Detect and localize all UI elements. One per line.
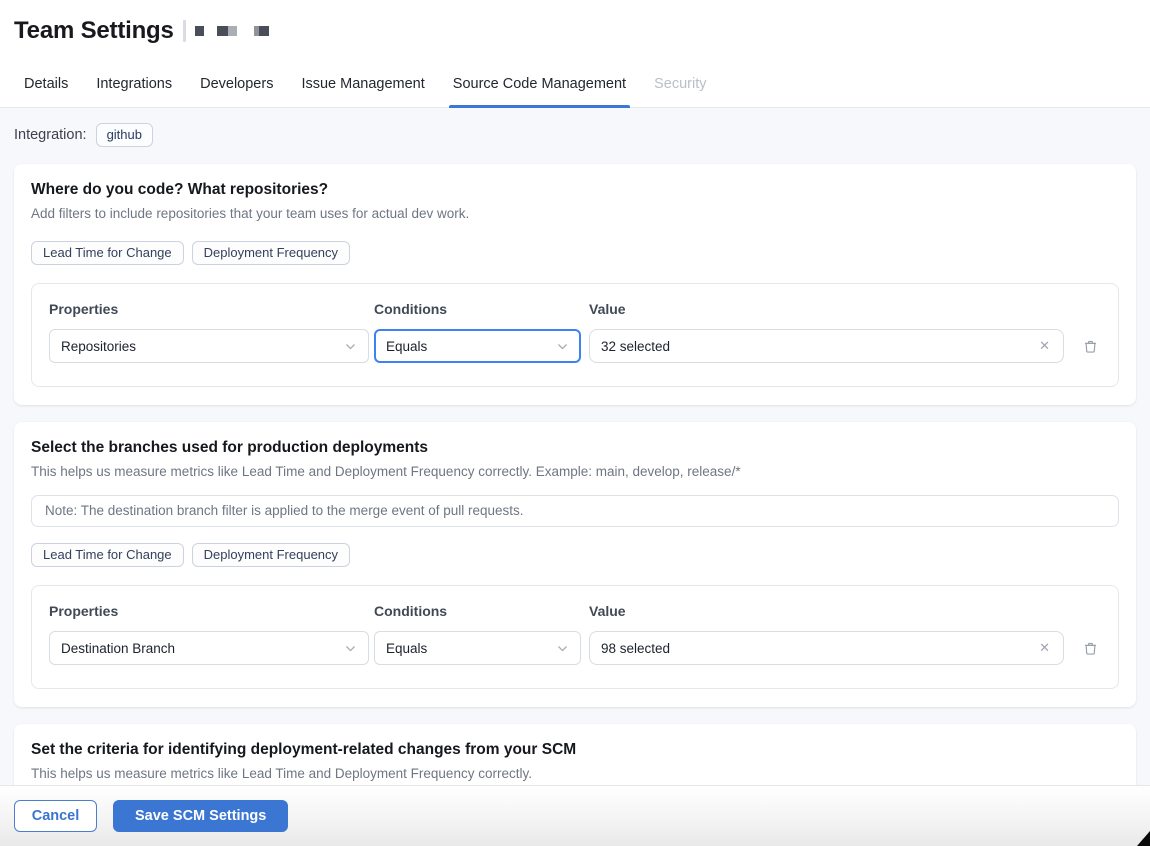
value-selected-count: 32 selected <box>601 338 671 354</box>
metric-badge-deployment-frequency: Deployment Frequency <box>191 543 351 567</box>
card-title: Select the branches used for production … <box>31 439 429 456</box>
footer-action-bar: Cancel Save SCM Settings <box>0 785 1150 846</box>
tab-issue-management[interactable]: Issue Management <box>299 61 426 107</box>
integration-badge: github <box>95 123 153 147</box>
repositories-card: Where do you code? What repositories? Ad… <box>14 164 1136 405</box>
branches-card: Select the branches used for production … <box>14 422 1136 707</box>
trash-icon <box>1084 340 1096 353</box>
integration-label: Integration: <box>14 127 87 143</box>
tab-details[interactable]: Details <box>22 61 70 107</box>
title-separator <box>182 19 186 42</box>
metric-badges: Lead Time for Change Deployment Frequenc… <box>31 241 1119 265</box>
chevron-down-icon <box>344 340 357 353</box>
card-title: Where do you code? What repositories? <box>31 181 329 198</box>
conditions-label: Conditions <box>374 603 448 619</box>
card-description: This helps us measure metrics like Lead … <box>31 766 532 781</box>
tab-security: Security <box>654 76 707 92</box>
value-multiselect[interactable]: 32 selected ✕ <box>589 329 1064 363</box>
redacted-block <box>194 25 204 36</box>
properties-label: Properties <box>49 603 119 619</box>
metric-badges: Lead Time for Change Deployment Frequenc… <box>31 543 1119 567</box>
conditions-label: Conditions <box>374 301 448 317</box>
card-description: Add filters to include repositories that… <box>31 206 470 221</box>
value-label: Value <box>589 301 626 317</box>
save-scm-settings-button[interactable]: Save SCM Settings <box>113 800 289 832</box>
tab-developers[interactable]: Developers <box>198 61 275 107</box>
property-select[interactable]: Repositories <box>49 329 369 363</box>
cancel-button[interactable]: Cancel <box>14 800 97 832</box>
note-box: Note: The destination branch filter is a… <box>31 495 1119 527</box>
trash-icon <box>1084 642 1096 655</box>
branch-filter-row: Properties Destination Branch Conditions… <box>31 585 1119 689</box>
metric-badge-lead-time: Lead Time for Change <box>31 241 184 265</box>
redacted-block <box>258 25 269 36</box>
property-select-value: Destination Branch <box>61 640 176 656</box>
page-title: Team Settings <box>14 16 174 44</box>
condition-select[interactable]: Equals <box>374 631 581 665</box>
clear-selection-icon[interactable]: ✕ <box>1037 640 1052 656</box>
condition-select-value: Equals <box>386 640 428 656</box>
card-description: This helps us measure metrics like Lead … <box>31 464 741 479</box>
value-multiselect[interactable]: 98 selected ✕ <box>589 631 1064 665</box>
page-header: Team Settings <box>0 0 1150 61</box>
tab-source-code-management[interactable]: Source Code Management <box>448 61 631 108</box>
chevron-down-icon <box>556 642 569 655</box>
delete-filter-button[interactable] <box>1079 335 1101 357</box>
cursor-artifact <box>1137 831 1150 846</box>
metric-badge-deployment-frequency: Deployment Frequency <box>191 241 351 265</box>
redacted-block <box>216 25 228 36</box>
card-title: Set the criteria for identifying deploym… <box>31 741 577 758</box>
value-selected-count: 98 selected <box>601 640 671 656</box>
redacted-block <box>227 25 237 36</box>
tab-integrations[interactable]: Integrations <box>94 61 174 107</box>
settings-tabbar: Details Integrations Developers Issue Ma… <box>0 61 1150 108</box>
condition-select[interactable]: Equals <box>374 329 581 363</box>
value-label: Value <box>589 603 626 619</box>
integration-row: Integration: github <box>0 108 1150 164</box>
delete-filter-button[interactable] <box>1079 637 1101 659</box>
redacted-text <box>194 25 269 36</box>
chevron-down-icon <box>556 340 569 353</box>
clear-selection-icon[interactable]: ✕ <box>1037 338 1052 354</box>
properties-label: Properties <box>49 301 119 317</box>
chevron-down-icon <box>344 642 357 655</box>
condition-select-value: Equals <box>386 338 428 354</box>
repository-filter-row: Properties Repositories Conditions Equal… <box>31 283 1119 387</box>
property-select[interactable]: Destination Branch <box>49 631 369 665</box>
metric-badge-lead-time: Lead Time for Change <box>31 543 184 567</box>
property-select-value: Repositories <box>61 338 137 354</box>
